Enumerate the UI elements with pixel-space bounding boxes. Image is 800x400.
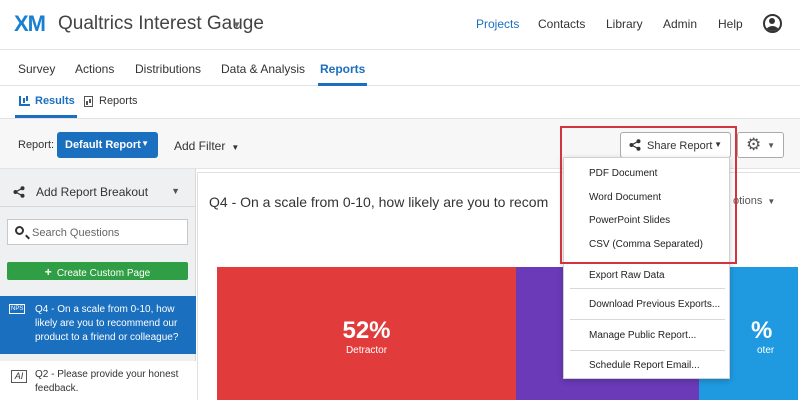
detractor-label: Detractor <box>345 345 388 356</box>
tab-reports[interactable]: Reports <box>317 62 368 86</box>
report-select-button[interactable]: Default Report ▼ <box>57 132 158 158</box>
question-q2-text: Q2 - Please provide your honest feedback… <box>35 369 179 394</box>
menu-divider <box>570 350 725 351</box>
settings-button[interactable]: ⚙ ▼ <box>737 132 784 158</box>
highlight-annotation <box>560 126 737 264</box>
nps-icon: NPS <box>9 304 26 314</box>
search-icon <box>15 226 24 235</box>
project-tabs: Survey Actions Distributions Data & Anal… <box>0 50 800 86</box>
report-select-value: Default Report <box>65 139 141 151</box>
top-bar: XM Qualtrics Interest Gauge ▾ Projects C… <box>0 0 800 50</box>
breakout-icon <box>13 186 25 198</box>
detractor-percent: 52% <box>342 317 391 344</box>
add-filter-button[interactable]: Add Filter ▼ <box>174 139 239 153</box>
menu-divider <box>570 319 725 320</box>
question-q4-text: Q4 - On a scale from 0-10, how likely ar… <box>35 304 179 343</box>
question-title: Q4 - On a scale from 0-10, how likely ar… <box>209 194 549 210</box>
report-document-icon <box>84 95 93 107</box>
menu-item-download-previous[interactable]: Download Previous Exports... <box>564 299 731 310</box>
chevron-down-icon: ▼ <box>141 139 149 148</box>
gear-icon: ⚙ <box>746 135 762 154</box>
tab-data-analysis[interactable]: Data & Analysis <box>221 62 305 76</box>
tab-survey[interactable]: Survey <box>18 62 55 76</box>
menu-item-schedule-email[interactable]: Schedule Report Email... <box>564 360 731 371</box>
breakout-label: Add Report Breakout <box>36 185 149 199</box>
nav-contacts[interactable]: Contacts <box>538 17 585 31</box>
project-chevron-down-icon[interactable]: ▾ <box>234 18 240 31</box>
chevron-down-icon: ▼ <box>231 143 240 152</box>
tab-results[interactable]: Results <box>15 95 77 118</box>
text-entry-icon: AI <box>11 370 27 383</box>
chevron-down-icon: ▼ <box>767 141 775 150</box>
create-custom-page-button[interactable]: + Create Custom Page <box>7 262 188 280</box>
create-page-label: Create Custom Page <box>56 268 151 279</box>
plus-icon: + <box>44 265 52 279</box>
menu-item-export-raw[interactable]: Export Raw Data <box>564 270 731 281</box>
options-label: otions <box>733 195 763 207</box>
xm-logo[interactable]: XM <box>14 11 46 37</box>
reports-subtabs: Results Reports <box>0 86 800 119</box>
tab-reports-label: Reports <box>99 95 138 107</box>
tab-distributions[interactable]: Distributions <box>135 62 201 76</box>
chevron-down-icon: ▼ <box>171 186 180 196</box>
tab-reports-sub[interactable]: Reports <box>84 95 138 107</box>
menu-divider <box>570 288 725 289</box>
nav-library[interactable]: Library <box>606 17 643 31</box>
question-item-q4[interactable]: NPS Q4 - On a scale from 0-10, how likel… <box>0 296 196 354</box>
question-sidebar: Add Report Breakout ▼ + Create Custom Pag… <box>0 169 196 400</box>
chevron-down-icon: ▼ <box>767 197 776 206</box>
report-label: Report: <box>18 139 55 151</box>
user-avatar-icon[interactable] <box>763 14 782 33</box>
detractor-segment: 52% Detractor <box>217 267 516 400</box>
visualization-options[interactable]: otions ▼ <box>733 195 775 207</box>
nav-projects[interactable]: Projects <box>476 17 519 31</box>
bar-chart-icon <box>19 96 30 106</box>
add-filter-label: Add Filter <box>174 139 226 153</box>
question-item-q2[interactable]: AI Q2 - Please provide your honest feedb… <box>0 361 196 400</box>
tab-actions[interactable]: Actions <box>75 62 114 76</box>
nav-help[interactable]: Help <box>718 17 743 31</box>
search-input[interactable] <box>32 224 182 241</box>
search-questions-field[interactable] <box>7 219 188 245</box>
menu-item-manage-public[interactable]: Manage Public Report... <box>564 330 731 341</box>
add-report-breakout[interactable]: Add Report Breakout ▼ <box>0 169 196 207</box>
tab-results-label: Results <box>35 95 75 107</box>
nav-admin[interactable]: Admin <box>663 17 697 31</box>
